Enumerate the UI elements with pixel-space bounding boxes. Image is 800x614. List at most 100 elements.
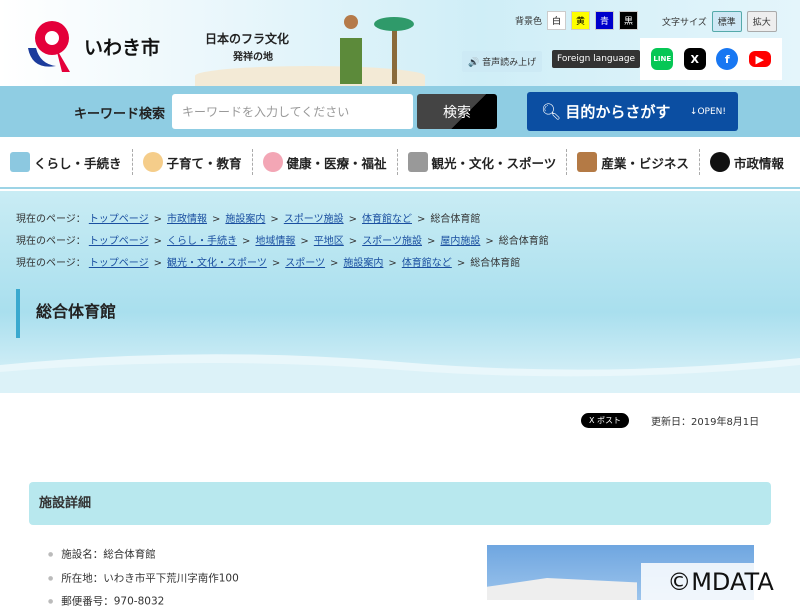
x-post-button[interactable]: X ポスト [581, 413, 630, 428]
breadcrumb-link[interactable]: スポーツ施設 [362, 236, 422, 247]
breadcrumb-link[interactable]: トップページ [89, 236, 149, 247]
facility-facts: 施設名：総合体育館 所在地：いわき市平下荒川字南作100 郵便番号：970-80… [48, 543, 239, 614]
updated-date: 更新日：2019年8月1日 [651, 417, 760, 428]
site-logo[interactable]: いわき市 [26, 18, 160, 74]
chevron-right-icon: > [348, 214, 357, 225]
social-links: LINE X f ▶ [640, 38, 782, 80]
bg-black-button[interactable]: 黒 [619, 11, 639, 30]
nav-city-info[interactable]: 市政情報 [700, 149, 794, 175]
fact-item: 施設名：総合体育館 [48, 543, 239, 567]
house-icon [10, 152, 30, 172]
breadcrumbs: 現在のページ： トップページ > 市政情報 > 施設案内 > スポーツ施設 > 体育館など > 総合体… [16, 209, 549, 275]
chevron-right-icon: > [485, 236, 494, 247]
font-large-button[interactable]: 拡大 [746, 11, 777, 32]
voice-reader-button[interactable]: 🔊 音声読み上げ [462, 51, 543, 72]
purpose-label: 目的からさがす [565, 103, 671, 121]
nav-label: 子育て・教育 [166, 155, 242, 171]
breadcrumb-link[interactable]: 平地区 [314, 236, 344, 247]
breadcrumb-link[interactable]: 市政情報 [167, 214, 207, 225]
fact-item: 所在地：いわき市平下荒川字南作100 [48, 567, 239, 591]
city-emblem-icon [26, 18, 78, 74]
breadcrumb-current: 総合体育館 [430, 214, 481, 225]
chevron-right-icon: > [153, 236, 163, 247]
keyword-search-input[interactable] [172, 94, 413, 129]
bg-blue-button[interactable]: 青 [595, 11, 615, 30]
bg-color-label: 背景色 [515, 17, 543, 27]
breadcrumb-link[interactable]: 体育館など [362, 214, 412, 225]
youtube-icon[interactable]: ▶ [748, 51, 771, 67]
section-heading: 施設詳細 [29, 482, 771, 525]
chevron-right-icon: > [456, 258, 466, 269]
camera-icon [407, 152, 428, 172]
global-nav: くらし・手続き 子育て・教育 健康・医療・福祉 観光・文化・スポーツ 産業・ビジ… [0, 137, 800, 189]
breadcrumb-link[interactable]: 地域情報 [255, 236, 295, 247]
facebook-icon[interactable]: f [716, 48, 739, 70]
bg-yellow-button[interactable]: 黄 [571, 11, 591, 30]
breadcrumb-prefix: 現在のページ： [16, 214, 86, 225]
city-info-icon [709, 152, 730, 172]
nav-label: くらし・手続き [34, 155, 122, 171]
breadcrumb-prefix: 現在のページ： [16, 258, 86, 269]
breadcrumb-current: 総合体育館 [498, 236, 549, 247]
nav-label: 健康・医療・福祉 [286, 155, 387, 171]
nav-health[interactable]: 健康・医療・福祉 [253, 149, 398, 175]
breadcrumb-current: 総合体育館 [470, 258, 521, 269]
breadcrumb-link[interactable]: 屋内施設 [440, 236, 480, 247]
chevron-right-icon: > [270, 214, 279, 225]
breadcrumb-link[interactable]: スポーツ [285, 258, 325, 269]
nav-business[interactable]: 産業・ビジネス [567, 149, 700, 175]
search-by-purpose-button[interactable]: 🔍︎ 目的からさがす ↓OPEN! [527, 92, 738, 131]
chevron-right-icon: > [427, 236, 436, 247]
x-icon[interactable]: X [683, 48, 706, 70]
baby-icon [142, 152, 163, 172]
briefcase-icon [577, 152, 598, 172]
nav-label: 市政情報 [733, 155, 784, 171]
chevron-right-icon: > [348, 236, 358, 247]
breadcrumb-row: 現在のページ： トップページ > くらし・手続き > 地域情報 > 平地区 > スポーツ施設 > 屋内… [16, 231, 549, 253]
banner-subtitle: 発祥の地 [233, 52, 273, 63]
nav-childcare[interactable]: 子育て・教育 [133, 149, 253, 175]
breadcrumb-link[interactable]: くらし・手続き [167, 236, 237, 247]
breadcrumb-link[interactable]: スポーツ施設 [284, 214, 344, 225]
breadcrumb-link[interactable]: 観光・文化・スポーツ [167, 258, 267, 269]
hula-dancer-palm-icon [340, 15, 414, 84]
font-size-selector: 文字サイズ 標準 拡大 [662, 11, 777, 32]
breadcrumb-link[interactable]: トップページ [89, 214, 149, 225]
chevron-right-icon: > [212, 214, 221, 225]
site-header: いわき市 日本のフラ文化 発祥の地 背景色 白 黄 青 黒 文字サイズ 標準 拡… [0, 0, 800, 86]
breadcrumb-prefix: 現在のページ： [16, 236, 86, 247]
chevron-right-icon: > [271, 258, 281, 269]
nav-label: 観光・文化・スポーツ [431, 155, 557, 171]
font-size-label: 文字サイズ [662, 18, 707, 28]
background-color-selector: 背景色 白 黄 青 黒 [515, 11, 639, 30]
nav-tourism[interactable]: 観光・文化・スポーツ [398, 149, 568, 175]
chevron-right-icon: > [153, 258, 163, 269]
breadcrumb-link[interactable]: 施設案内 [343, 258, 383, 269]
page-title: 総合体育館 [16, 289, 116, 338]
logo-text: いわき市 [84, 36, 161, 59]
banner-title: 日本のフラ文化 [205, 32, 290, 46]
line-icon[interactable]: LINE [651, 48, 674, 70]
chevron-right-icon: > [417, 214, 426, 225]
breadcrumb-link[interactable]: 施設案内 [225, 214, 265, 225]
nav-label: 産業・ビジネス [601, 155, 689, 171]
voice-label: 音声読み上げ [482, 58, 537, 68]
search-button[interactable]: 検索 [417, 94, 497, 129]
heart-hand-icon [262, 152, 283, 172]
chevron-right-icon: > [242, 236, 251, 247]
breadcrumb-row: 現在のページ： トップページ > 観光・文化・スポーツ > スポーツ > 施設案内 > 体育館など… [16, 253, 549, 275]
breadcrumb-link[interactable]: 体育館など [402, 258, 452, 269]
chevron-right-icon: > [153, 214, 163, 225]
watermark: ©MDATA [641, 563, 800, 600]
bg-white-button[interactable]: 白 [547, 11, 567, 30]
keyword-search-label: キーワード検索 [74, 107, 166, 122]
speaker-icon: 🔊 [468, 58, 483, 68]
hula-banner[interactable]: 日本のフラ文化 発祥の地 [195, 8, 425, 86]
purpose-open-label: ↓OPEN! [689, 106, 726, 117]
breadcrumb-row: 現在のページ： トップページ > 市政情報 > 施設案内 > スポーツ施設 > 体育館など > 総合体… [16, 209, 549, 231]
breadcrumb-link[interactable]: トップページ [89, 258, 149, 269]
font-standard-button[interactable]: 標準 [711, 11, 742, 32]
fact-item: 郵便番号：970-8032 [48, 590, 239, 614]
nav-living[interactable]: くらし・手続き [0, 149, 133, 175]
foreign-language-button[interactable]: Foreign language [552, 50, 641, 68]
